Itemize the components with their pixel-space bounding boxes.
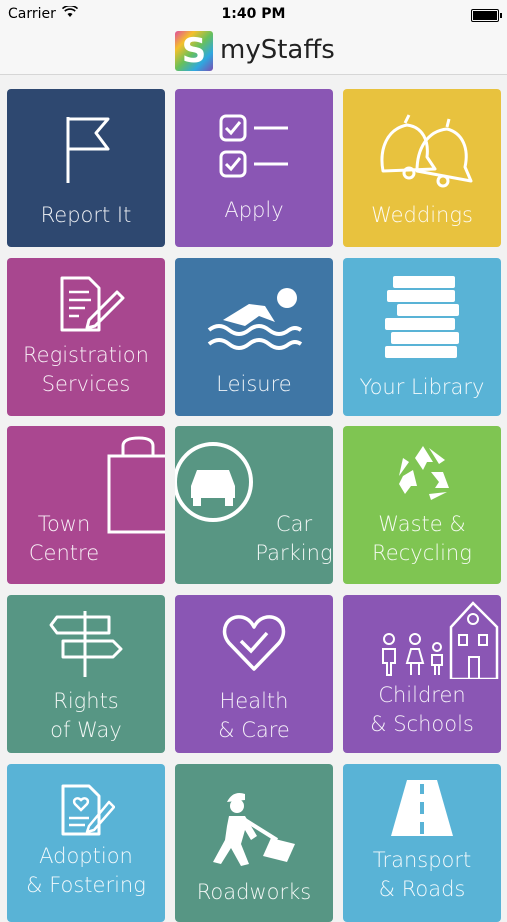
tile-label: Roadworks	[196, 880, 312, 904]
tile-label: Weddings	[371, 203, 473, 227]
signpost-icon	[49, 611, 123, 677]
tile-label: Transport & Roads	[372, 848, 472, 901]
status-bar: Carrier 1:40 PM	[0, 0, 507, 28]
tile-label: Children & Schools	[370, 683, 474, 736]
bells-icon	[380, 114, 473, 188]
status-time: 1:40 PM	[221, 6, 286, 22]
recycle-icon	[399, 446, 449, 500]
service-grid: Report It Apply Weddings Registration Se…	[0, 74, 507, 922]
tile-label: Your Library	[359, 375, 485, 399]
tile-car-parking[interactable]: Car Parking	[175, 426, 333, 584]
tile-label: Town Centre	[28, 512, 100, 565]
tile-label: Rights of Way	[50, 689, 122, 742]
tile-label: Apply	[224, 198, 284, 222]
tile-weddings[interactable]: Weddings	[343, 89, 501, 247]
tile-registration-services[interactable]: Registration Services	[7, 258, 165, 416]
heart-check-icon	[222, 615, 286, 671]
tile-label: Car Parking	[255, 512, 333, 565]
app-title: myStaffs	[220, 35, 335, 65]
tile-your-library[interactable]: Your Library	[343, 258, 501, 416]
tile-rights-of-way[interactable]: Rights of Way	[7, 595, 165, 753]
books-icon	[385, 276, 459, 358]
tile-town-centre[interactable]: Town Centre	[7, 426, 165, 584]
tile-transport-roads[interactable]: Transport & Roads	[343, 764, 501, 922]
document-heart-icon	[61, 784, 115, 836]
tile-waste-recycling[interactable]: Waste & Recycling	[343, 426, 501, 584]
tile-label: Health & Care	[218, 689, 290, 742]
tile-health-care[interactable]: Health & Care	[175, 595, 333, 753]
school-children-icon	[382, 601, 499, 679]
flag-icon	[66, 117, 110, 183]
checklist-icon	[219, 114, 288, 178]
tile-report-it[interactable]: Report It	[7, 89, 165, 247]
worker-shovel-icon	[213, 793, 295, 866]
tile-leisure[interactable]: Leisure	[175, 258, 333, 416]
tile-label: Leisure	[216, 372, 292, 396]
app-logo: S	[175, 31, 213, 71]
document-pen-icon	[60, 276, 125, 332]
tile-roadworks[interactable]: Roadworks	[175, 764, 333, 922]
road-icon	[391, 780, 453, 836]
battery-icon	[471, 9, 502, 22]
tile-adoption-fostering[interactable]: Adoption & Fostering	[7, 764, 165, 922]
tile-label: Waste & Recycling	[372, 512, 472, 565]
logo-letter: S	[181, 31, 207, 71]
tile-label: Report It	[40, 203, 132, 227]
tile-children-schools[interactable]: Children & Schools	[343, 595, 501, 753]
tile-label: Adoption & Fostering	[26, 844, 146, 897]
tile-label: Registration Services	[23, 343, 149, 396]
app-header: S myStaffs	[0, 28, 507, 75]
tile-apply[interactable]: Apply	[175, 89, 333, 247]
swimmer-icon	[207, 288, 303, 350]
